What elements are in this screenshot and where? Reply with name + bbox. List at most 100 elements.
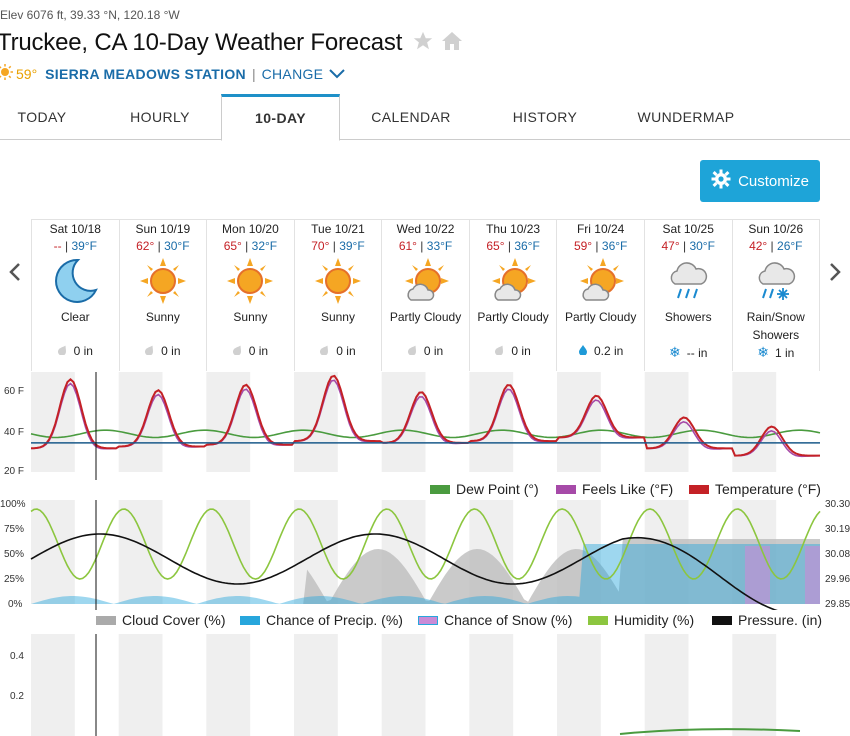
day-precip: 0 in (32, 344, 119, 358)
temp-divider: | (61, 239, 72, 253)
day-forecast-strip: Sat 10/18 -- | 39°F Clear 0 in Sun 10/19 62° … (31, 219, 820, 371)
night-band (732, 372, 777, 472)
snowflake-icon: ❄ (669, 344, 681, 360)
temp-divider: | (592, 239, 602, 253)
raindrop-icon (578, 344, 588, 358)
precip-amount: 0 in (336, 344, 356, 358)
day-condition: Sunny (233, 310, 268, 324)
pressure-axis-label: 30.19 (825, 524, 850, 535)
day-column[interactable]: Sun 10/19 62° | 30°F Sunny 0 in (120, 220, 208, 371)
day-condition: Showers (664, 310, 712, 324)
high-temp: 70° (311, 239, 330, 253)
legend-chance-snow[interactable]: Chance of Snow (%) (418, 612, 572, 628)
low-temp: 30°F (689, 239, 715, 253)
amount-axis-label: 0.4 (10, 651, 24, 662)
day-temps: 65° | 32°F (207, 239, 294, 253)
current-temperature: 59° (16, 65, 38, 82)
gear-icon (711, 169, 731, 193)
customize-button[interactable]: Customize (700, 160, 820, 202)
day-column[interactable]: Fri 10/24 59° | 36°F Partly Cloudy 0.2 in (557, 220, 645, 371)
night-band (557, 634, 601, 736)
day-name: Sun 10/26 (748, 222, 804, 236)
legend-humidity[interactable]: Humidity (%) (588, 612, 694, 628)
pressure-axis-label: 30.30 (825, 499, 850, 510)
partly-cloudy-icon (488, 256, 538, 306)
station-name-link[interactable]: SIERRA MEADOWS STATION (45, 66, 246, 82)
previous-days-chevron-left-icon[interactable] (8, 262, 22, 288)
day-name: Tue 10/21 (311, 222, 365, 236)
partly-cloudy-icon (401, 256, 451, 306)
day-column[interactable]: Wed 10/22 61° | 33°F Partly Cloudy 0 in (382, 220, 470, 371)
temp-divider: | (679, 239, 690, 253)
tab-wundermap[interactable]: WUNDERMAP (630, 94, 742, 140)
day-condition: Partly Cloudy (477, 310, 549, 324)
snowflake-icon: ❄ (757, 344, 769, 360)
pressure-axis-label: 29.96 (825, 574, 850, 585)
low-temp: 39°F (339, 239, 365, 253)
precip-amount: -- in (686, 345, 708, 360)
day-column[interactable]: Tue 10/21 70° | 39°F Sunny 0 in (295, 220, 383, 371)
legend-feels-like[interactable]: Feels Like (°F) (556, 481, 673, 497)
night-band (31, 634, 75, 736)
percent-axis-label: 100% (0, 499, 26, 510)
day-name: Thu 10/23 (486, 222, 541, 236)
low-temp: 30°F (164, 239, 190, 253)
legend-dew-point[interactable]: Dew Point (°) (430, 481, 539, 497)
raindrop-icon (407, 344, 418, 358)
raindrop-icon (145, 344, 155, 358)
tab-10-day[interactable]: 10-DAY (221, 94, 340, 141)
day-precip: 0 in (120, 344, 207, 358)
temp-axis-label: 60 F (4, 386, 25, 397)
chance-snow-bar (745, 546, 770, 604)
night-band (118, 634, 163, 736)
night-band (294, 634, 338, 736)
raindrop-icon (232, 344, 243, 358)
day-precip: 0.2 in (557, 344, 644, 358)
high-temp: 65° (223, 239, 242, 253)
day-column[interactable]: Thu 10/23 65° | 36°F Partly Cloudy 0 in (470, 220, 558, 371)
legend-chance-precip[interactable]: Chance of Precip. (%) (240, 612, 403, 628)
day-column[interactable]: Sun 10/26 42° | 26°F Rain/Snow Showers ❄ 1 i… (733, 220, 820, 371)
day-column[interactable]: Mon 10/20 65° | 32°F Sunny 0 in (207, 220, 295, 371)
change-station-link[interactable]: CHANGE (262, 66, 324, 82)
high-temp: 62° (136, 239, 155, 253)
tab-history[interactable]: HISTORY (495, 94, 595, 140)
night-band (118, 372, 163, 472)
legend-cloud-cover[interactable]: Cloud Cover (%) (96, 612, 225, 628)
legend-pressure[interactable]: Pressure. (in) (712, 612, 822, 628)
tab-hourly[interactable]: HOURLY (110, 94, 210, 140)
favorite-star-icon[interactable] (412, 30, 434, 57)
day-condition: Sunny (320, 310, 355, 324)
chance-snow-bar (805, 546, 820, 604)
day-temps: 65° | 36°F (470, 239, 557, 253)
day-temps: 59° | 36°F (557, 239, 644, 253)
low-temp: 36°F (601, 239, 628, 253)
legend-temperature[interactable]: Temperature (°F) (689, 481, 821, 497)
night-band (206, 500, 251, 604)
precip-amount: 0 in (248, 344, 269, 358)
pressure-axis-label: 29.85 (825, 599, 850, 610)
legend-label: Feels Like (°F) (582, 481, 674, 497)
high-temp: -- (53, 239, 62, 253)
temp-divider: | (329, 239, 340, 253)
next-days-chevron-right-icon[interactable] (828, 262, 842, 288)
high-temp: 42° (749, 239, 768, 253)
precip-amount: 0 in (511, 344, 531, 358)
raindrop-icon (495, 344, 505, 358)
day-column[interactable]: Sat 10/25 47° | 30°F Showers ❄ -- in (645, 220, 733, 371)
tab-calendar[interactable]: CALENDAR (360, 94, 462, 140)
day-temps: -- | 39°F (32, 239, 119, 253)
day-name: Fri 10/24 (576, 222, 625, 236)
low-temp: 36°F (514, 239, 540, 253)
tab-today[interactable]: TODAY (0, 94, 84, 140)
day-name: Sat 10/18 (49, 222, 101, 236)
high-temp: 65° (486, 239, 505, 253)
night-band (732, 634, 777, 736)
legend-label: Chance of Snow (%) (444, 612, 573, 628)
day-name: Mon 10/20 (222, 222, 279, 236)
day-precip: 0 in (295, 344, 382, 358)
temperature-chart (30, 372, 821, 480)
home-icon[interactable] (440, 30, 464, 57)
chevron-down-icon[interactable] (329, 66, 346, 82)
day-column[interactable]: Sat 10/18 -- | 39°F Clear 0 in (32, 220, 120, 371)
